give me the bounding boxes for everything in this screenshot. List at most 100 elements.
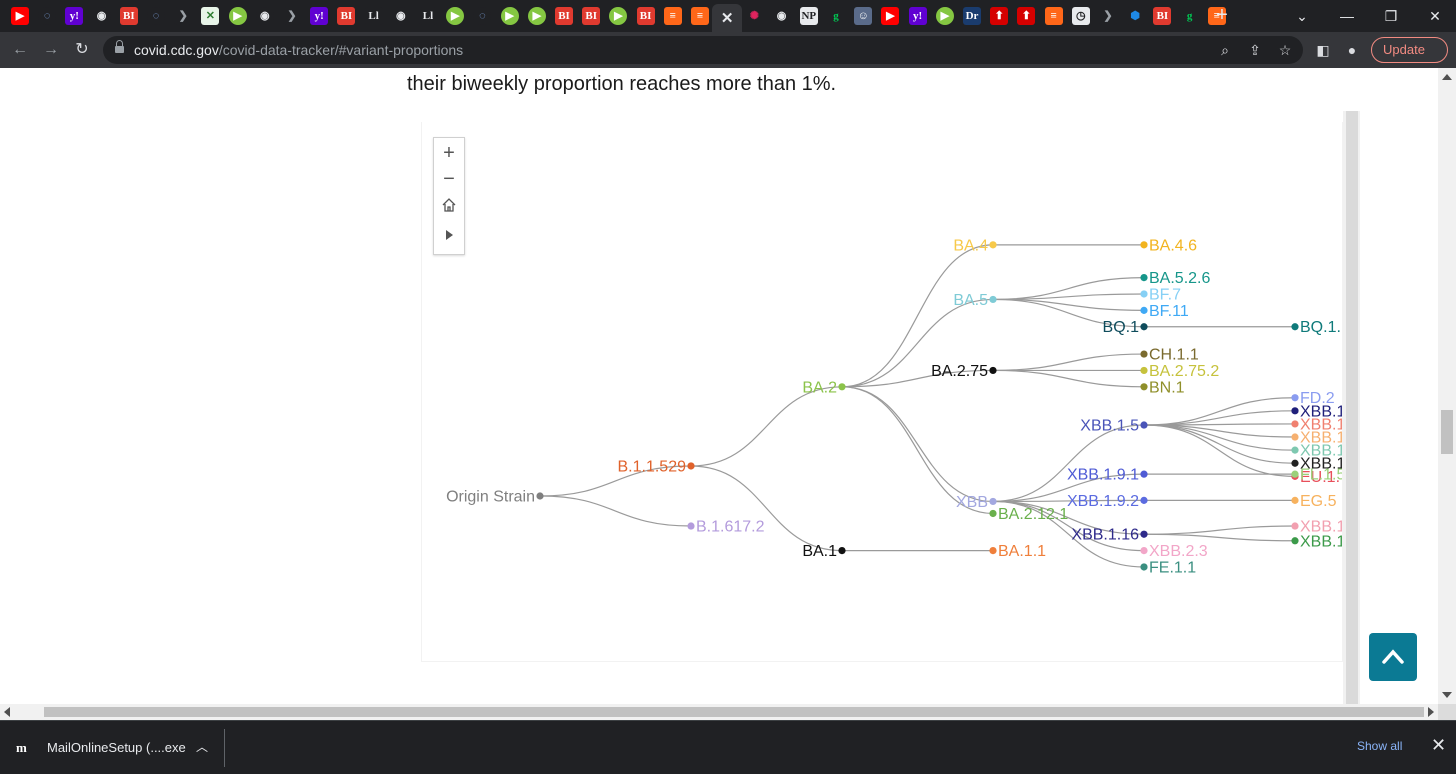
browser-tab[interactable]: BI (552, 4, 576, 28)
page-horizontal-scrollbar[interactable] (0, 704, 1438, 720)
tree-node-b11529[interactable]: B.1.1.529 (618, 458, 695, 475)
kebab-menu-icon[interactable]: ⋮ (1451, 40, 1456, 60)
tree-node-fl15[interactable]: FL.1.5 (1291, 467, 1343, 484)
browser-tab[interactable]: g (824, 4, 848, 28)
horizontal-scroll-thumb[interactable] (44, 707, 1424, 717)
tree-node-ch11[interactable]: CH.1.1 (1140, 347, 1199, 364)
browser-tab[interactable]: ▶ (606, 4, 630, 28)
browser-tab[interactable]: g (1178, 4, 1202, 28)
tree-node-ba11[interactable]: BA.1.1 (989, 543, 1046, 560)
browser-tab[interactable]: ▶ (443, 4, 467, 28)
update-button[interactable]: Update (1371, 37, 1448, 63)
side-panel-icon[interactable]: ◧ (1313, 40, 1333, 60)
tree-node-ba526[interactable]: BA.5.2.6 (1140, 270, 1210, 287)
back-to-top-button[interactable] (1369, 633, 1417, 681)
show-all-downloads-button[interactable]: Show all (1357, 739, 1402, 753)
tree-node-ba46[interactable]: BA.4.6 (1140, 237, 1197, 254)
browser-tab[interactable]: ◌ (470, 4, 494, 28)
browser-tab[interactable]: BI (634, 4, 658, 28)
scroll-left-arrow-icon[interactable] (4, 707, 10, 717)
close-icon[interactable]: ✕ (718, 9, 736, 27)
browser-tab[interactable]: ≡ (688, 4, 712, 28)
window-close-icon[interactable]: ✕ (1425, 6, 1445, 26)
reload-icon[interactable]: ↻ (71, 39, 93, 61)
browser-tab[interactable]: ▶ (8, 4, 32, 28)
page-vertical-scrollbar[interactable] (1438, 68, 1456, 704)
browser-tab[interactable]: BI (117, 4, 141, 28)
scroll-down-arrow-icon[interactable] (1442, 692, 1452, 698)
tree-node-bf7[interactable]: BF.7 (1140, 286, 1181, 303)
play-button[interactable] (434, 222, 464, 248)
lineage-tree-svg[interactable]: Origin Strain B.1.1.529 B.1.617.2 BA.2 BA.1 B… (422, 122, 1343, 662)
tree-node-bq1[interactable]: BQ.1 (1103, 319, 1148, 336)
tree-node-ba2[interactable]: BA.2 (802, 379, 846, 396)
browser-tab[interactable]: ◉ (770, 4, 794, 28)
tree-node-xbb191[interactable]: XBB.1.9.1 (1067, 467, 1148, 484)
browser-tab[interactable]: Ll (362, 4, 386, 28)
home-button[interactable] (434, 192, 464, 218)
browser-tab[interactable]: ✺ (742, 4, 766, 28)
browser-tab[interactable]: ✕ (712, 4, 743, 32)
tree-node-ba4[interactable]: BA.4 (953, 237, 997, 254)
browser-tab[interactable]: ❯ (1096, 4, 1120, 28)
zoom-out-button[interactable]: − (434, 166, 464, 192)
browser-tab[interactable]: ⬆ (1014, 4, 1038, 28)
tree-node-ba5[interactable]: BA.5 (953, 292, 997, 309)
tree-node-xbb23[interactable]: XBB.2.3 (1140, 543, 1208, 560)
tab-search-chevron-icon[interactable]: ⌄ (1292, 6, 1312, 26)
tree-node-ba2121[interactable]: BA.2.12.1 (989, 506, 1068, 523)
bookmark-star-icon[interactable]: ☆ (1276, 41, 1294, 59)
address-bar[interactable]: covid.cdc.gov/covid-data-tracker/#varian… (103, 36, 1303, 64)
tree-node-xbb15[interactable]: XBB.1.5 (1080, 418, 1148, 435)
close-download-shelf-icon[interactable]: ✕ (1431, 735, 1446, 756)
browser-tab[interactable]: y! (307, 4, 331, 28)
download-options-chevron-icon[interactable]: ︿ (196, 738, 208, 755)
forward-arrow-icon[interactable]: → (40, 39, 62, 61)
browser-tab[interactable]: Dr (960, 4, 984, 28)
browser-tab[interactable]: ◌ (144, 4, 168, 28)
tree-node-ba2752[interactable]: BA.2.75.2 (1140, 363, 1219, 380)
profile-avatar-icon[interactable]: ● (1342, 40, 1362, 60)
browser-tab[interactable]: ✕ (198, 4, 222, 28)
url-text[interactable]: covid.cdc.gov/covid-data-tracker/#varian… (134, 42, 463, 58)
browser-tab[interactable]: ≡ (661, 4, 685, 28)
browser-tab[interactable]: ◉ (389, 4, 413, 28)
tree-node-b1617[interactable]: B.1.617.2 (687, 519, 765, 536)
tree-node-fe11[interactable]: FE.1.1 (1140, 559, 1196, 576)
tree-node-bq1x[interactable]: BQ.1. (1291, 319, 1341, 336)
browser-tab[interactable]: ☺ (851, 4, 875, 28)
browser-tab[interactable]: ▶ (226, 4, 250, 28)
lock-icon[interactable] (115, 40, 124, 55)
back-arrow-icon[interactable]: ← (9, 39, 31, 61)
tree-node-xbb116[interactable]: XBB.1.16 (1071, 527, 1148, 544)
tree-node-bn1[interactable]: BN.1 (1140, 379, 1185, 396)
tree-node-ba1[interactable]: BA.1 (802, 543, 846, 560)
browser-tab[interactable]: ▶ (498, 4, 522, 28)
download-file-name[interactable]: MailOnlineSetup (....exe (47, 740, 186, 755)
browser-tab[interactable]: ❯ (171, 4, 195, 28)
browser-tab[interactable]: ▶ (525, 4, 549, 28)
tree-node-xbb[interactable]: XBB (956, 494, 997, 511)
tree-node-xbb192[interactable]: XBB.1.9.2 (1067, 493, 1148, 510)
browser-tab[interactable]: BI (579, 4, 603, 28)
browser-tab[interactable]: ⬢ (1123, 4, 1147, 28)
vertical-scroll-thumb[interactable] (1441, 410, 1453, 454)
lineage-tree-chart[interactable]: Origin Strain B.1.1.529 B.1.617.2 BA.2 BA.1 B… (421, 122, 1343, 662)
browser-tab[interactable]: ▶ (878, 4, 902, 28)
tree-node-ba275[interactable]: BA.2.75 (931, 363, 997, 380)
zoom-in-button[interactable]: + (434, 140, 464, 166)
browser-tab[interactable]: ⬆ (987, 4, 1011, 28)
minimize-icon[interactable]: — (1337, 6, 1357, 26)
browser-tab[interactable]: Ll (416, 4, 440, 28)
new-tab-button[interactable]: + (1211, 5, 1233, 27)
browser-tab[interactable]: ❯ (280, 4, 304, 28)
browser-tab[interactable]: BI (334, 4, 358, 28)
browser-tab[interactable]: NP (797, 4, 821, 28)
browser-tab[interactable]: BI (1150, 4, 1174, 28)
tree-node-xbb116b[interactable]: XBB.1 (1291, 533, 1343, 550)
browser-tab[interactable]: ◉ (90, 4, 114, 28)
tree-node-origin[interactable]: Origin Strain (446, 489, 544, 506)
scroll-up-arrow-icon[interactable] (1442, 74, 1452, 80)
browser-tab[interactable]: y! (906, 4, 930, 28)
browser-tab[interactable]: ▶ (933, 4, 957, 28)
